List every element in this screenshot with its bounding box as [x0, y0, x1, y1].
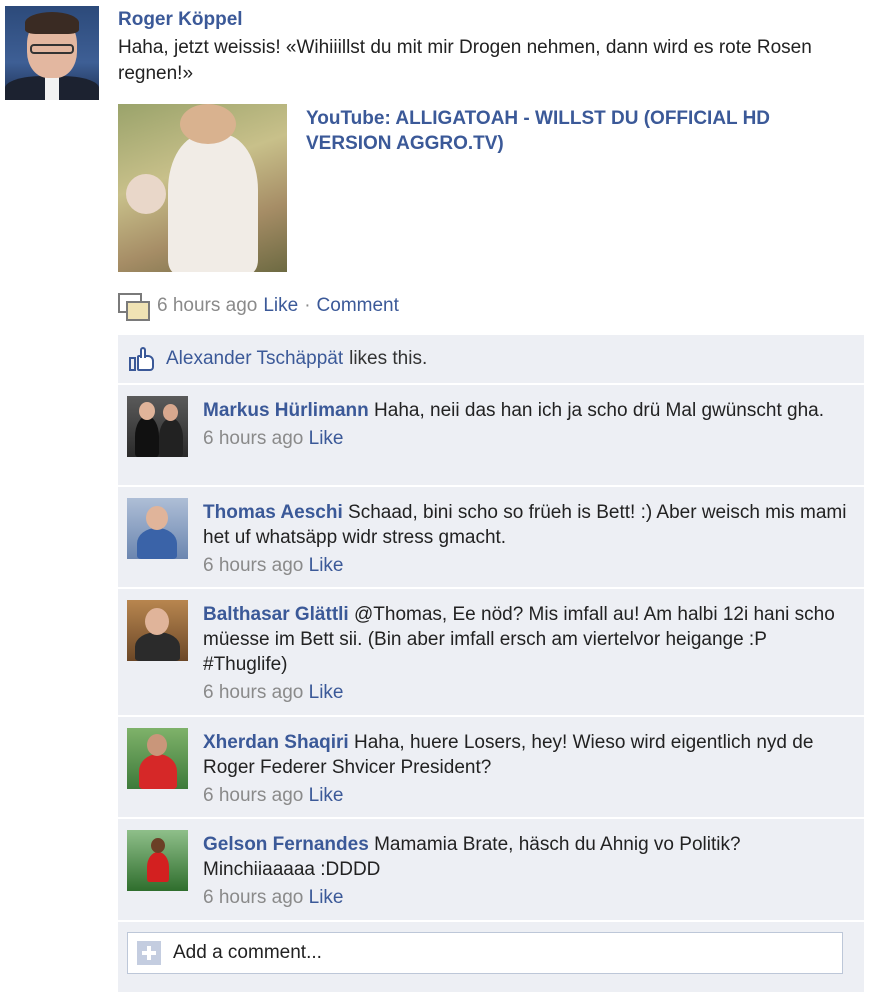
commenter-avatar[interactable]	[127, 600, 188, 661]
commenter-name-link[interactable]: Markus Hürlimann	[203, 400, 369, 421]
comment-timestamp[interactable]: 6 hours ago	[203, 682, 303, 703]
comment-item: Xherdan Shaqiri Haha, huere Losers, hey!…	[118, 717, 864, 819]
commenter-name-link[interactable]: Thomas Aeschi	[203, 502, 343, 523]
feedback-section: Alexander Tschäppät likes this. Markus H…	[118, 335, 864, 992]
commenter-name-link[interactable]: Balthasar Glättli	[203, 604, 349, 625]
comment-timestamp[interactable]: 6 hours ago	[203, 887, 303, 908]
attachment-icon	[118, 293, 150, 321]
comment-item: Balthasar Glättli @Thomas, Ee nöd? Mis i…	[118, 589, 864, 717]
commenter-name-link[interactable]: Gelson Fernandes	[203, 834, 369, 855]
post-message: Haha, jetzt weissis! «Wihiiillst du mit …	[118, 37, 812, 84]
likes-sentence: Alexander Tschäppät likes this.	[118, 335, 864, 385]
commenter-avatar[interactable]	[127, 498, 188, 559]
add-comment-input[interactable]: Add a comment...	[127, 932, 843, 974]
author-avatar[interactable]	[5, 6, 99, 100]
add-comment-placeholder: Add a comment...	[173, 942, 322, 963]
commenter-avatar[interactable]	[127, 728, 188, 789]
like-link[interactable]: Like	[263, 295, 298, 317]
video-thumbnail[interactable]	[118, 104, 287, 272]
comment-item: Gelson Fernandes Mamamia Brate, häsch du…	[118, 819, 864, 922]
comment-timestamp[interactable]: 6 hours ago	[203, 428, 303, 449]
comment-like-link[interactable]: Like	[309, 428, 344, 449]
comment-timestamp[interactable]: 6 hours ago	[203, 785, 303, 806]
comment-timestamp[interactable]: 6 hours ago	[203, 555, 303, 576]
commenter-avatar[interactable]	[127, 396, 188, 457]
separator: ·	[304, 295, 311, 316]
comment-like-link[interactable]: Like	[309, 682, 344, 703]
feed-story: Roger Köppel Haha, jetzt weissis! «Wihii…	[0, 0, 873, 992]
comment-item: Thomas Aeschi Schaad, bini scho so früeh…	[118, 487, 864, 589]
comment-text: Haha, neii das han ich ja scho drü Mal g…	[374, 400, 824, 421]
post-timestamp[interactable]: 6 hours ago	[157, 295, 257, 317]
commenter-avatar[interactable]	[127, 830, 188, 891]
author-name-link[interactable]: Roger Köppel	[118, 9, 243, 31]
likes-text: likes this.	[349, 348, 428, 369]
comment-link[interactable]: Comment	[317, 295, 399, 317]
commenter-name-link[interactable]: Xherdan Shaqiri	[203, 732, 349, 753]
post-meta: 6 hours ago Like · Comment	[118, 292, 399, 321]
liker-name-link[interactable]: Alexander Tschäppät	[166, 348, 343, 370]
comment-like-link[interactable]: Like	[309, 555, 344, 576]
comment-like-link[interactable]: Like	[309, 785, 344, 806]
add-comment-row: Add a comment...	[118, 922, 864, 992]
comment-item: Markus Hürlimann Haha, neii das han ich …	[118, 385, 864, 487]
shared-link-title[interactable]: YouTube: ALLIGATOAH - WILLST DU (OFFICIA…	[306, 106, 846, 156]
plus-icon	[137, 941, 161, 965]
thumbs-up-icon	[129, 347, 155, 371]
comment-like-link[interactable]: Like	[309, 887, 344, 908]
